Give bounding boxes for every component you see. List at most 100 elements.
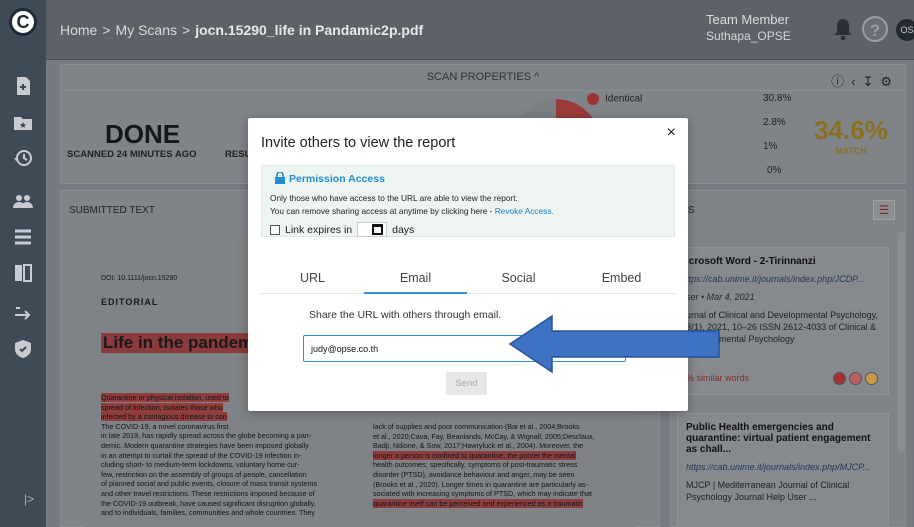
doc-line: longer a person is confined to quarantin… <box>373 450 635 461</box>
tab-social[interactable]: Social <box>467 271 570 285</box>
result-meta: ser • Mar 4, 2021 <box>686 292 755 302</box>
share-icon[interactable]: ‹ <box>851 74 862 89</box>
doc-line-text: lack of supplies and poor communication … <box>373 422 580 431</box>
user-role: Team Member <box>706 12 790 27</box>
share-instructions: Share the URL with others through email. <box>309 309 502 321</box>
expires-checkbox[interactable] <box>270 224 280 235</box>
legend-value: 30.8% <box>763 93 792 104</box>
link-expiry-row: Link expires in days <box>270 222 414 237</box>
doc-line-text: the COVID-19 outbreak, have caused signi… <box>101 498 316 508</box>
doc-line: disorder (PTSD), avoidance behaviour and… <box>373 470 635 480</box>
send-button[interactable]: Send <box>446 372 487 395</box>
settings-gear-icon[interactable]: ⚙ <box>880 74 899 89</box>
result-title: Public Health emergencies and quarantine… <box>686 422 871 455</box>
doc-line: et al., 2020;Cava, Fay, Beanlands, McCay… <box>373 432 635 442</box>
result-card[interactable]: Public Health emergencies and quarantine… <box>677 413 889 527</box>
doc-line-text: and to individuals, families, communitie… <box>101 508 316 518</box>
doc-line: lack of supplies and poor communication … <box>373 422 635 432</box>
revoke-access-link[interactable]: Revoke Access. <box>495 206 554 216</box>
permission-header: Permission Access <box>275 171 385 187</box>
results-scrollbar[interactable] <box>898 232 906 452</box>
tab-email[interactable]: Email <box>364 271 467 294</box>
result-url[interactable]: ttps://cab.unime.it/journals/index.php/J… <box>686 273 880 285</box>
doc-line: of planned social and public events, clo… <box>101 479 363 489</box>
doc-line: health outcomes; specifically, symptoms … <box>373 460 635 470</box>
doc-doi: DOI: 10.1111/jocn.15290 <box>101 275 178 282</box>
breadcrumb-file: jocn.15290_life in Pandamic2p.pdf <box>195 22 424 38</box>
help-circle-icon[interactable]: ⓘ <box>831 74 851 89</box>
expires-days-input[interactable] <box>357 222 388 237</box>
permission-title: Permission Access <box>289 173 385 185</box>
team-icon[interactable] <box>12 190 34 212</box>
doc-line-text: quarantine itself can be perceived and e… <box>373 498 583 508</box>
history-icon[interactable] <box>12 147 34 169</box>
match-label: MATCH <box>835 146 867 156</box>
share-tabs: URL Email Social Embed <box>261 263 675 294</box>
filter-button[interactable]: ☰ <box>873 200 895 220</box>
doc-line: and other travel restrictions. These res… <box>101 489 363 499</box>
breadcrumb: Home > My Scans > jocn.15290_life in Pandami… <box>60 22 423 38</box>
list-icon[interactable] <box>12 226 34 248</box>
result-title: icrosoft Word - 2-Tirinnanzi <box>686 256 816 267</box>
doc-line: The COVID-19, a novel coronavirus first <box>101 422 363 432</box>
sidebar-expand-button[interactable]: |> <box>24 492 34 506</box>
modal-title: Invite others to view the report <box>261 135 456 151</box>
doc-line-text: and other travel restrictions. These res… <box>101 488 315 498</box>
folder-icon[interactable] <box>12 112 34 134</box>
doc-line-text: (Brooks et al., 2020). Longer times in q… <box>373 479 588 489</box>
shield-icon[interactable] <box>12 338 34 360</box>
doc-line-text: health outcomes; specifically, symptoms … <box>373 460 578 470</box>
doc-line-text: Quarantine or physical isolation, used t… <box>101 393 229 402</box>
doc-line: and to individuals, families, communitie… <box>101 508 363 518</box>
close-icon[interactable]: × <box>667 124 676 142</box>
top-bar: Home > My Scans > jocn.15290_life in Pandami… <box>46 0 914 60</box>
breadcrumb-my-scans[interactable]: My Scans <box>116 22 177 38</box>
doc-line-text: The COVID-19, a novel coronavirus first <box>101 421 229 431</box>
user-name: Suthapa_OPSE <box>706 29 791 43</box>
sidebar: C |> <box>0 0 46 527</box>
doc-line-text: demic. Modern quarantine strategies have… <box>101 440 309 450</box>
doc-line-text: in an attempt to curtail the spread of t… <box>101 450 302 460</box>
calendar-icon <box>372 224 384 235</box>
breadcrumb-home[interactable]: Home <box>60 22 97 38</box>
match-type-dots <box>830 372 878 388</box>
permission-text: Only those who have access to the URL ar… <box>270 193 518 203</box>
doc-line: in late 2019, has rapidly spread across … <box>101 431 363 441</box>
compare-icon[interactable] <box>12 262 34 284</box>
user-info: Team Member Suthapa_OPSE <box>706 12 791 44</box>
doc-line-text: longer a person is confined to quarantin… <box>373 450 576 460</box>
doc-line-text: cluding short- to medium-term lockdowns,… <box>101 460 300 470</box>
doc-line-text: sociated with increasing symptoms of PTS… <box>373 489 592 499</box>
match-percentage: 34.6% <box>814 115 888 145</box>
properties-toolbar: ⓘ‹↧⚙ <box>831 71 899 90</box>
doc-title: Life in the pandem <box>101 333 256 353</box>
tab-url[interactable]: URL <box>261 271 364 285</box>
integration-icon[interactable] <box>12 302 34 324</box>
doc-line: quarantine itself can be perceived and e… <box>373 498 635 509</box>
download-icon[interactable]: ↧ <box>862 74 880 89</box>
doc-column-right: lack of supplies and poor communication … <box>373 422 635 508</box>
legend-value: 0% <box>767 165 782 176</box>
paraphrased-dot <box>865 372 878 385</box>
doc-line-text: infected by a contagious disease to con <box>101 412 227 422</box>
doc-line: few, restriction on the assembly of grou… <box>101 470 363 480</box>
doc-line-text: in late 2019, has rapidly spread across … <box>101 431 312 441</box>
bell-icon[interactable] <box>832 17 854 41</box>
add-file-icon[interactable] <box>12 75 34 97</box>
lock-icon <box>275 171 285 187</box>
permission-text-2: You can remove sharing access at anytime… <box>270 206 554 216</box>
tab-embed[interactable]: Embed <box>570 271 673 285</box>
avatar[interactable]: OS <box>896 19 914 41</box>
match-summary: 34.6% MATCH <box>801 115 901 156</box>
scan-properties-toggle[interactable]: SCAN PROPERTIES ^ <box>61 65 905 91</box>
breadcrumb-separator: > <box>182 22 191 38</box>
legend-label: Identical <box>605 93 643 105</box>
help-icon[interactable]: ? <box>862 16 888 42</box>
copyleaks-logo[interactable]: C <box>9 8 37 36</box>
permission-box: Permission Access Only those who have ac… <box>261 165 675 237</box>
revoke-hint: You can remove sharing access at anytime… <box>270 206 495 216</box>
filter-icon: ☰ <box>878 203 890 217</box>
result-url[interactable]: https://cab.unime.it/journals/index.php/… <box>686 461 880 473</box>
doc-line: demic. Modern quarantine strategies have… <box>101 441 363 451</box>
doc-line-text: disorder (PTSD), avoidance behaviour and… <box>373 469 575 479</box>
